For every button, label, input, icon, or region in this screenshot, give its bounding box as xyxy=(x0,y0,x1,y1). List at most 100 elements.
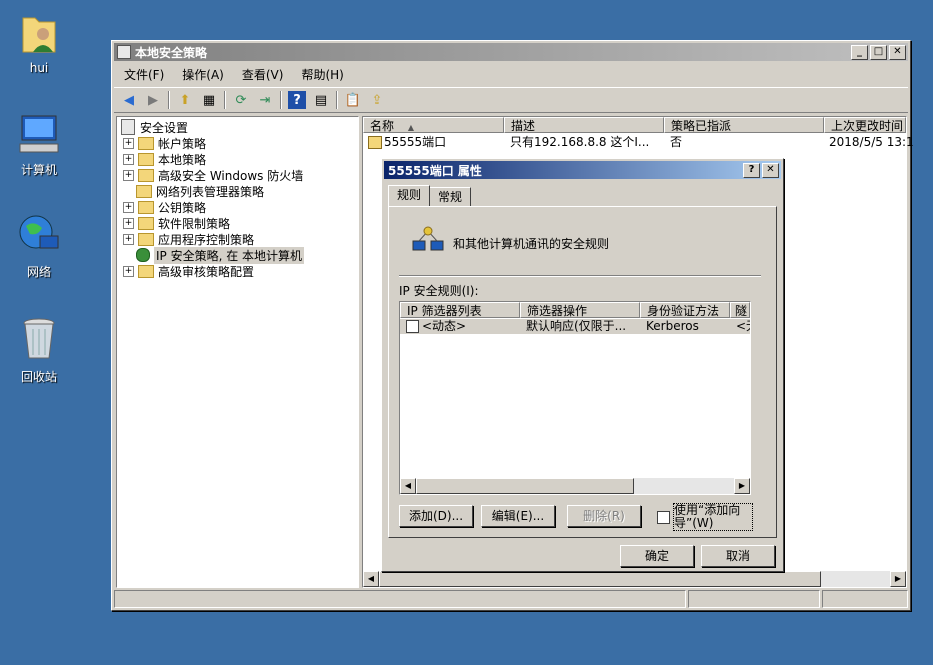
back-arrow-icon[interactable]: ◀ xyxy=(120,91,138,109)
tree-item-label: 网络列表管理器策略 xyxy=(156,184,265,199)
scroll-right-arrow-icon[interactable]: ▶ xyxy=(890,571,906,587)
folder-icon xyxy=(138,200,154,214)
use-wizard-label[interactable]: 使用“添加向导”(W) xyxy=(673,503,753,531)
rule-action: 默认响应(仅限于... xyxy=(526,319,627,333)
toolbar-separator xyxy=(336,91,338,109)
tree-item-software-restriction[interactable]: + 软件限制策略 xyxy=(123,215,230,231)
assign-policy-icon[interactable]: ⇪ xyxy=(368,91,386,109)
folder-icon xyxy=(136,184,152,198)
show-pane-icon[interactable]: ▤ xyxy=(312,91,330,109)
dialog-tabs: 规则 常规 xyxy=(388,185,472,208)
tree-item-account-policy[interactable]: + 帐户策略 xyxy=(123,135,206,151)
network-computers-icon xyxy=(412,226,444,251)
expand-plus-icon[interactable]: + xyxy=(123,153,134,165)
refresh-icon[interactable]: ⟳ xyxy=(232,91,250,109)
forward-arrow-icon[interactable]: ▶ xyxy=(144,91,162,109)
list-horizontal-scrollbar[interactable]: ◀ ▶ xyxy=(363,571,906,587)
show-hide-tree-icon[interactable]: ▦ xyxy=(200,91,218,109)
properties-icon[interactable]: 📋 xyxy=(344,91,362,109)
expand-plus-icon[interactable]: + xyxy=(123,233,134,245)
desktop-icon-label: hui xyxy=(29,61,49,75)
dialog-title-bar[interactable]: 55555端口 属性 ? ✕ xyxy=(384,161,781,179)
close-button[interactable]: ✕ xyxy=(889,44,906,60)
scroll-thumb[interactable] xyxy=(379,571,821,587)
column-header-description[interactable]: 描述 xyxy=(504,117,664,133)
rules-header-filter-action[interactable]: 筛选器操作 xyxy=(520,302,640,318)
column-header-label: 上次更改时间 xyxy=(831,119,904,133)
tree-item-advanced-audit[interactable]: + 高级审核策略配置 xyxy=(123,263,254,279)
scroll-left-arrow-icon[interactable]: ◀ xyxy=(400,478,416,494)
ok-button[interactable]: 确定 xyxy=(620,545,694,567)
desktop-icon-hui[interactable]: hui xyxy=(4,8,74,75)
scroll-thumb[interactable] xyxy=(416,478,634,494)
tree-item-label: 高级审核策略配置 xyxy=(158,264,255,279)
expand-plus-icon[interactable]: + xyxy=(123,217,134,229)
scroll-right-arrow-icon[interactable]: ▶ xyxy=(734,478,750,494)
policy-icon xyxy=(368,136,382,149)
tree-item-public-key[interactable]: + 公钥策略 xyxy=(123,199,206,215)
rules-list[interactable]: IP 筛选器列表 筛选器操作 身份验证方法 隧 <动态> 默认响应(仅限于...… xyxy=(399,301,751,495)
expand-plus-icon[interactable]: + xyxy=(123,201,134,213)
tree-item-security-settings[interactable]: 安全设置 xyxy=(121,119,188,135)
dialog-help-button[interactable]: ? xyxy=(743,162,760,178)
column-header-modified[interactable]: 上次更改时间 xyxy=(824,117,906,133)
ip-security-icon xyxy=(136,248,150,262)
expand-plus-icon[interactable]: + xyxy=(123,137,134,149)
desktop-icon-network[interactable]: 网络 xyxy=(4,212,74,280)
network-globe-icon xyxy=(19,215,59,249)
folder-icon xyxy=(138,232,154,246)
remove-rule-button[interactable]: 删除(R) xyxy=(567,505,641,527)
menu-action[interactable]: 操作(A) xyxy=(182,66,224,83)
column-header-name[interactable]: 名称 ▲ xyxy=(363,117,504,133)
edit-rule-button[interactable]: 编辑(E)... xyxy=(481,505,555,527)
tab-rules[interactable]: 规则 xyxy=(388,185,431,206)
table-row[interactable]: 55555端口 只有192.168.8.8 这个I... 否 2018/5/5 … xyxy=(363,134,914,150)
cancel-button[interactable]: 取消 xyxy=(701,545,775,567)
tree-item-local-policy[interactable]: + 本地策略 xyxy=(123,151,206,167)
help-icon[interactable]: ? xyxy=(288,91,306,109)
menu-file[interactable]: 文件(F) xyxy=(124,66,164,83)
tree-item-app-control[interactable]: + 应用程序控制策略 xyxy=(123,231,254,247)
policy-name: 55555端口 xyxy=(384,135,447,149)
policy-description: 只有192.168.8.8 这个I... xyxy=(510,135,650,149)
rules-horizontal-scrollbar[interactable]: ◀ ▶ xyxy=(400,478,750,494)
properties-dialog: 55555端口 属性 ? ✕ 规则 常规 和其他计算机通讯的安全规则 IP 安全… xyxy=(381,158,784,572)
rules-header-tunnel[interactable]: 隧 xyxy=(730,302,750,318)
up-folder-icon[interactable]: ⬆ xyxy=(176,91,194,109)
column-header-assigned[interactable]: 策略已指派 xyxy=(664,117,824,133)
table-row[interactable]: <动态> 默认响应(仅限于... Kerberos <无 xyxy=(400,319,750,334)
tree-item-label: 安全设置 xyxy=(140,120,189,135)
menu-help[interactable]: 帮助(H) xyxy=(301,66,343,83)
rules-header-label: 隧 xyxy=(735,304,748,318)
tree-pane[interactable]: 安全设置 + 帐户策略 + 本地策略 + 高级安全 Windows 防火墙 网络… xyxy=(116,116,359,588)
expand-plus-icon[interactable]: + xyxy=(123,169,134,181)
rules-list-label: IP 安全规则(I): xyxy=(399,284,479,298)
menu-bar: 文件(F) 操作(A) 查看(V) 帮助(H) xyxy=(114,64,908,84)
export-list-icon[interactable]: ⇥ xyxy=(256,91,274,109)
desktop-icon-computer[interactable]: 计算机 xyxy=(4,112,74,178)
rule-checkbox[interactable] xyxy=(406,320,419,333)
desktop-icon-recycle-bin[interactable]: 回收站 xyxy=(4,315,74,385)
rules-header-auth-method[interactable]: 身份验证方法 xyxy=(640,302,730,318)
main-title-bar[interactable]: 本地安全策略 _ □ ✕ xyxy=(114,43,908,61)
use-wizard-checkbox[interactable] xyxy=(657,511,670,524)
tree-item-network-list[interactable]: 网络列表管理器策略 xyxy=(136,183,264,199)
expand-plus-icon[interactable]: + xyxy=(123,265,134,277)
dialog-description: 和其他计算机通讯的安全规则 xyxy=(453,237,610,251)
computer-icon xyxy=(19,115,59,153)
sort-ascending-icon: ▲ xyxy=(407,123,414,132)
minimize-button[interactable]: _ xyxy=(851,44,868,60)
dialog-close-button[interactable]: ✕ xyxy=(762,162,779,178)
add-rule-button[interactable]: 添加(D)... xyxy=(399,505,473,527)
scroll-left-arrow-icon[interactable]: ◀ xyxy=(363,571,379,587)
tree-item-firewall[interactable]: + 高级安全 Windows 防火墙 xyxy=(123,167,303,183)
folder-icon xyxy=(138,152,154,166)
tree-item-ip-security[interactable]: IP 安全策略, 在 本地计算机 xyxy=(136,246,305,264)
rule-auth: Kerberos xyxy=(646,319,699,333)
rules-header-filter-list[interactable]: IP 筛选器列表 xyxy=(400,302,520,318)
tab-general[interactable]: 常规 xyxy=(429,187,472,206)
maximize-button[interactable]: □ xyxy=(870,44,887,60)
rules-header-label: 身份验证方法 xyxy=(647,304,720,318)
status-section xyxy=(688,590,820,608)
menu-view[interactable]: 查看(V) xyxy=(242,66,284,83)
